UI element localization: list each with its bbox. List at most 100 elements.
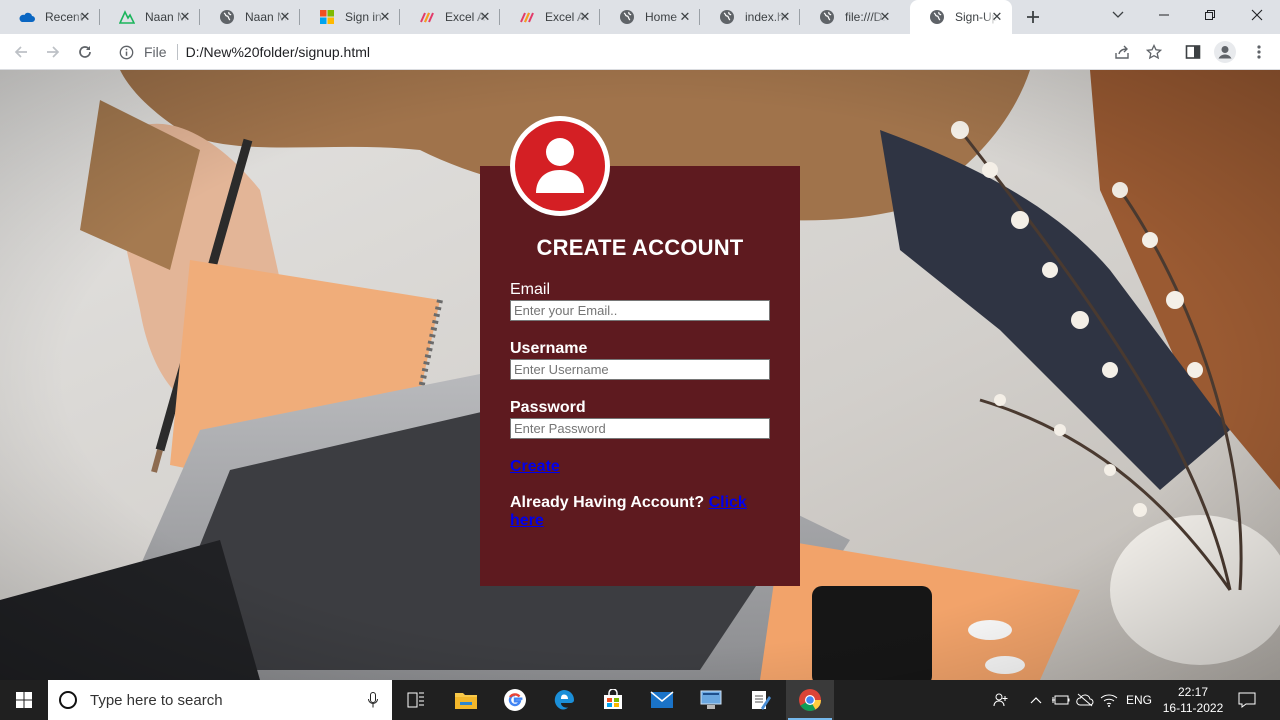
mail-icon	[650, 691, 674, 708]
user-icon	[515, 121, 605, 211]
close-icon[interactable]: ✕	[278, 9, 292, 24]
wifi-icon[interactable]	[1098, 680, 1120, 720]
tab-search-button[interactable]	[1095, 0, 1141, 30]
store-button[interactable]	[589, 680, 637, 720]
username-field[interactable]	[510, 359, 770, 380]
star-icon	[1146, 44, 1162, 60]
signup-card: CREATE ACCOUNT Email Username Password C…	[480, 166, 800, 586]
taskbar: Type here to search ENG 22:17 16-11-2022	[0, 680, 1280, 720]
password-field[interactable]	[510, 418, 770, 439]
globe-icon	[719, 9, 735, 25]
close-icon	[1251, 9, 1263, 21]
tab-excel-addins[interactable]: Excel Add-ins ✕	[400, 0, 500, 34]
tab-sign-up[interactable]: Sign-Up ✕	[910, 0, 1012, 34]
notepad-button[interactable]	[736, 680, 784, 720]
tab-index[interactable]: index.html ✕	[700, 0, 800, 34]
create-link[interactable]: Create	[510, 458, 560, 476]
forward-button[interactable]	[40, 39, 66, 65]
tab-sign-in[interactable]: Sign in ✕	[300, 0, 400, 34]
username-label: Username	[510, 340, 588, 357]
cloud-off-icon[interactable]	[1074, 680, 1096, 720]
naan-mudhalvan-icon	[119, 9, 135, 25]
language-indicator[interactable]: ENG	[1124, 680, 1154, 720]
restore-icon	[1205, 10, 1215, 20]
google-icon	[504, 689, 526, 711]
chevron-up-icon[interactable]	[1026, 680, 1046, 720]
folder-icon	[455, 693, 477, 709]
tab-home[interactable]: Home ✕	[600, 0, 700, 34]
arrow-left-icon	[14, 46, 27, 58]
restore-button[interactable]	[1187, 0, 1233, 30]
start-button[interactable]	[0, 680, 48, 720]
minimize-button[interactable]	[1141, 0, 1187, 30]
avatar-icon	[1214, 41, 1236, 63]
tab-naan-mudhalvan-2[interactable]: Naan Mudhalvan ✕	[200, 0, 300, 34]
globe-icon	[619, 9, 635, 25]
email-label: Email	[510, 281, 551, 298]
notification-icon	[1238, 692, 1256, 708]
task-view-button[interactable]	[392, 680, 440, 720]
url-text[interactable]: D:/New%20folder/signup.html	[186, 44, 370, 60]
tab-strip: Recent ✕ Naan Mudhalvan ✕ Naan Mudhalvan…	[0, 0, 1280, 34]
mail-button[interactable]	[638, 680, 686, 720]
store-icon	[604, 689, 622, 709]
search-circle-icon	[59, 691, 77, 709]
close-icon[interactable]: ✕	[178, 9, 192, 24]
taskbar-search[interactable]: Type here to search	[48, 680, 392, 720]
close-icon[interactable]: ✕	[990, 9, 1004, 24]
info-icon[interactable]	[118, 44, 134, 60]
close-icon[interactable]: ✕	[878, 9, 892, 24]
close-icon[interactable]: ✕	[478, 9, 492, 24]
password-label: Password	[510, 399, 586, 416]
menu-button[interactable]	[1246, 39, 1272, 65]
tab-excel-addins-2[interactable]: Excel Add-ins ✕	[500, 0, 600, 34]
close-icon[interactable]: ✕	[78, 9, 92, 24]
onedrive-icon	[19, 9, 35, 25]
avatar	[510, 116, 610, 216]
people-icon[interactable]	[990, 680, 1012, 720]
close-icon[interactable]: ✕	[378, 9, 392, 24]
clock-date: 16-11-2022	[1162, 701, 1224, 715]
notification-button[interactable]	[1234, 680, 1260, 720]
side-panel-button[interactable]	[1180, 39, 1206, 65]
clock[interactable]: 22:17 16-11-2022	[1158, 680, 1228, 720]
edge-icon	[554, 690, 574, 710]
search-placeholder: Type here to search	[90, 691, 223, 709]
windows-icon	[16, 692, 32, 708]
edge-button[interactable]	[540, 680, 588, 720]
address-bar[interactable]: File D:/New%20folder/signup.html	[108, 38, 1170, 66]
close-window-button[interactable]	[1234, 0, 1280, 30]
profile-button[interactable]	[1212, 39, 1238, 65]
reload-icon	[79, 46, 91, 58]
page-title: CREATE ACCOUNT	[536, 235, 744, 260]
tab-recent[interactable]: Recent ✕	[0, 0, 100, 34]
task-view-icon	[407, 692, 424, 708]
excel-addin-icon	[419, 9, 435, 25]
tab-naan-mudhalvan[interactable]: Naan Mudhalvan ✕	[100, 0, 200, 34]
globe-icon	[819, 9, 835, 25]
close-icon[interactable]: ✕	[578, 9, 592, 24]
side-panel-icon	[1185, 45, 1201, 59]
microphone-icon[interactable]	[368, 692, 378, 708]
back-button[interactable]	[8, 39, 34, 65]
notepad-icon	[752, 691, 771, 710]
scheme-label: File	[144, 44, 167, 60]
browser-toolbar: File D:/New%20folder/signup.html	[0, 34, 1280, 70]
tab-file[interactable]: file:///D:/ ✕	[800, 0, 900, 34]
bookmark-button[interactable]	[1141, 39, 1167, 65]
chrome-active-button[interactable]	[786, 680, 834, 720]
file-explorer-button[interactable]	[442, 680, 490, 720]
chevron-down-icon	[1112, 11, 1124, 18]
reload-button[interactable]	[72, 39, 98, 65]
chrome-taskbar-button[interactable]	[491, 680, 539, 720]
remote-desktop-button[interactable]	[687, 680, 735, 720]
share-button[interactable]	[1109, 39, 1135, 65]
page-viewport: CREATE ACCOUNT Email Username Password C…	[0, 70, 1280, 680]
globe-icon	[929, 9, 945, 25]
battery-icon[interactable]	[1050, 680, 1072, 720]
close-icon[interactable]: ✕	[678, 9, 692, 24]
new-tab-button[interactable]	[1022, 6, 1044, 28]
share-icon	[1115, 45, 1129, 59]
email-field[interactable]	[510, 300, 770, 321]
close-icon[interactable]: ✕	[778, 9, 792, 24]
